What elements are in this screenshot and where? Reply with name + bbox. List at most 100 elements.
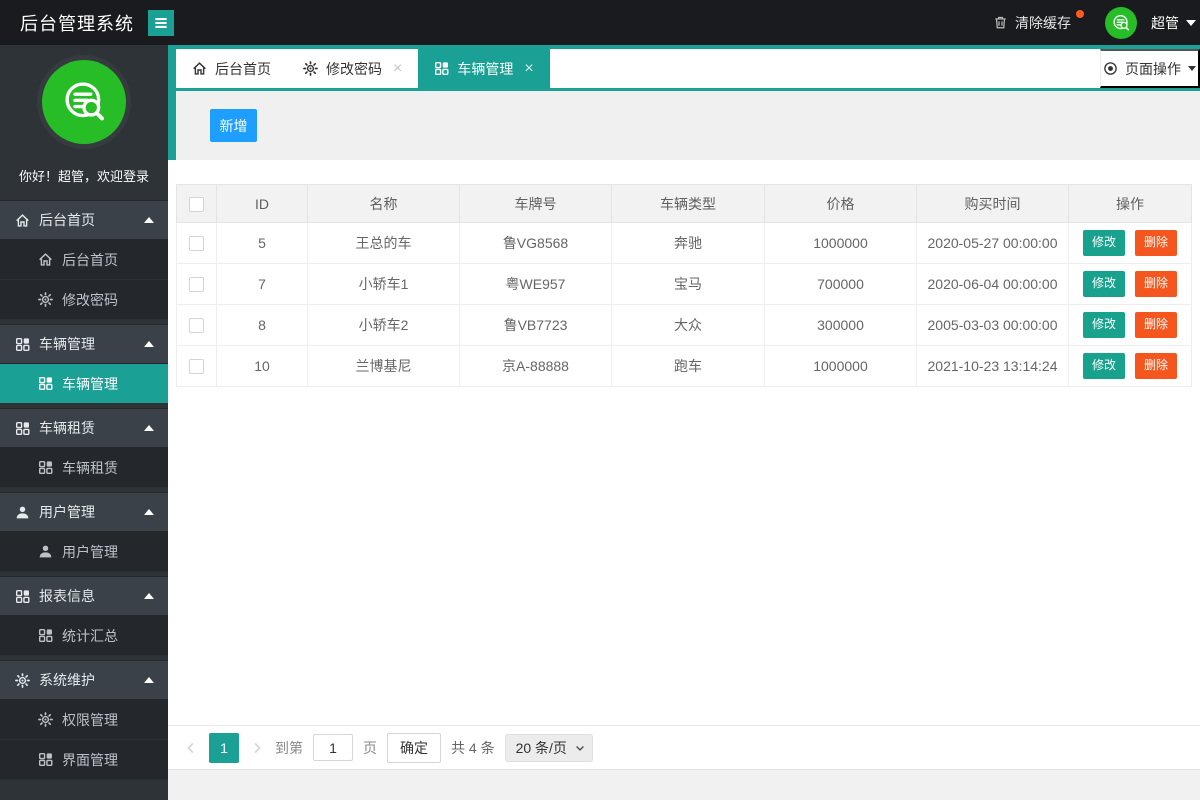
edit-button[interactable]: 修改	[1082, 230, 1125, 256]
grid-icon	[434, 61, 449, 76]
cell-time: 2020-05-27 00:00:00	[916, 222, 1069, 264]
page-size-select[interactable]: 20 条/页	[505, 734, 592, 761]
chevron-up-icon	[144, 677, 154, 683]
grid-icon	[38, 376, 53, 391]
delete-button[interactable]: 删除	[1135, 312, 1178, 338]
select-all-checkbox[interactable]	[189, 196, 204, 212]
cell-name: 王总的车	[307, 222, 460, 264]
sidebar: 你好！超管，欢迎登录 后台首页 后台首页 修改密码 车辆管理 车辆管理 车辆租赁	[0, 45, 168, 800]
sidebar-item-label: 系统维护	[39, 672, 95, 688]
cell-type: 宝马	[611, 263, 765, 305]
chevron-up-icon	[144, 509, 154, 515]
sidebar-item-label: 车辆管理	[62, 375, 118, 392]
cell-time: 2021-10-23 13:14:24	[916, 345, 1069, 387]
row-checkbox[interactable]	[189, 236, 204, 252]
sidebar-item-vehicle-mgmt-parent[interactable]: 车辆管理	[0, 324, 168, 364]
chevron-up-icon	[144, 341, 154, 347]
home-icon	[15, 213, 30, 228]
sidebar-item-vehicle-rental[interactable]: 车辆租赁	[0, 448, 168, 488]
close-icon[interactable]: ×	[393, 60, 402, 77]
cell-time: 2005-03-03 00:00:00	[916, 304, 1069, 346]
cell-price: 1000000	[764, 222, 917, 264]
chevron-left-icon	[183, 740, 199, 756]
delete-button[interactable]: 删除	[1135, 230, 1178, 256]
edit-button[interactable]: 修改	[1082, 353, 1125, 379]
clear-cache-button[interactable]: 清除缓存	[993, 9, 1084, 33]
username-label: 超管	[1151, 14, 1179, 31]
accent-strip	[168, 45, 176, 160]
row-checkbox[interactable]	[189, 277, 204, 293]
sidebar-item-stats-summary[interactable]: 统计汇总	[0, 616, 168, 656]
page-operations-button[interactable]: 页面操作	[1100, 49, 1200, 88]
grid-icon	[38, 628, 53, 643]
col-header-plate: 车牌号	[459, 184, 612, 223]
home-icon	[38, 252, 53, 267]
sidebar-item-label: 报表信息	[39, 588, 95, 604]
table-row: 8 小轿车2 鲁VB7723 大众 300000 2005-03-03 00:0…	[176, 304, 1192, 346]
table-wrapper: ID 名称 车牌号 车辆类型 价格 购买时间 操作 5 王总的车 鲁VG8568…	[176, 184, 1192, 387]
col-header-price: 价格	[764, 184, 917, 223]
sidebar-item-permission-mgmt[interactable]: 权限管理	[0, 700, 168, 740]
cell-plate: 粤WE957	[459, 263, 612, 305]
sidebar-item-user-mgmt[interactable]: 用户管理	[0, 532, 168, 572]
col-header-id: ID	[216, 184, 308, 223]
hamburger-icon	[152, 14, 170, 32]
table-row: 7 小轿车1 粤WE957 宝马 700000 2020-06-04 00:00…	[176, 263, 1192, 305]
sidebar-item-user-mgmt-parent[interactable]: 用户管理	[0, 492, 168, 532]
cell-price: 300000	[764, 304, 917, 346]
add-button[interactable]: 新增	[210, 109, 257, 142]
trash-icon	[993, 15, 1008, 30]
close-icon[interactable]: ×	[524, 60, 533, 77]
row-checkbox[interactable]	[189, 359, 204, 375]
user-icon	[15, 505, 30, 520]
tab-change-password[interactable]: 修改密码 ×	[287, 49, 419, 88]
edit-button[interactable]: 修改	[1082, 312, 1125, 338]
gear-icon	[303, 61, 318, 76]
sidebar-toggle-button[interactable]	[148, 9, 174, 36]
sidebar-item-label: 权限管理	[62, 711, 118, 728]
table-row: 5 王总的车 鲁VG8568 奔驰 1000000 2020-05-27 00:…	[176, 222, 1192, 264]
sidebar-menu: 后台首页 后台首页 修改密码 车辆管理 车辆管理 车辆租赁 车辆租赁 用户管理 …	[0, 200, 168, 780]
cell-type: 跑车	[611, 345, 765, 387]
sidebar-item-home[interactable]: 后台首页	[0, 240, 168, 280]
clear-cache-label: 清除缓存	[1015, 14, 1071, 31]
prev-page-button[interactable]	[183, 740, 199, 756]
delete-button[interactable]: 删除	[1135, 271, 1178, 297]
grid-icon	[38, 752, 53, 767]
goto-page-input[interactable]	[313, 734, 353, 761]
tab-vehicle-mgmt[interactable]: 车辆管理 ×	[418, 45, 550, 91]
sidebar-item-label: 统计汇总	[62, 627, 118, 644]
sidebar-item-system-maint-parent[interactable]: 系统维护	[0, 660, 168, 700]
user-menu-button[interactable]: 超管	[1151, 13, 1196, 33]
chevron-right-icon	[249, 740, 265, 756]
confirm-button[interactable]: 确定	[387, 732, 441, 763]
row-checkbox[interactable]	[189, 318, 204, 334]
cell-plate: 京A-88888	[459, 345, 612, 387]
chevron-up-icon	[144, 593, 154, 599]
chevron-down-icon	[1186, 19, 1196, 26]
toolbar: 新增	[168, 91, 1200, 160]
cell-id: 10	[216, 345, 308, 387]
grid-icon	[15, 337, 30, 352]
sidebar-item-vehicle-mgmt[interactable]: 车辆管理	[0, 364, 168, 404]
edit-button[interactable]: 修改	[1082, 271, 1125, 297]
sidebar-item-home-parent[interactable]: 后台首页	[0, 200, 168, 240]
sidebar-item-change-password[interactable]: 修改密码	[0, 280, 168, 320]
tab-home[interactable]: 后台首页	[176, 49, 287, 88]
next-page-button[interactable]	[249, 740, 265, 756]
delete-button[interactable]: 删除	[1135, 353, 1178, 379]
sidebar-item-label: 车辆租赁	[62, 459, 118, 476]
tab-label: 修改密码	[326, 60, 382, 77]
sidebar-item-interface-mgmt[interactable]: 界面管理	[0, 740, 168, 780]
table-row: 10 兰博基尼 京A-88888 跑车 1000000 2021-10-23 1…	[176, 345, 1192, 387]
sidebar-item-label: 用户管理	[62, 543, 118, 560]
chevron-up-icon	[144, 217, 154, 223]
page-operations-label: 页面操作	[1125, 60, 1181, 77]
cell-time: 2020-06-04 00:00:00	[916, 263, 1069, 305]
sidebar-item-report-info-parent[interactable]: 报表信息	[0, 576, 168, 616]
gear-icon	[15, 673, 30, 688]
page-1-button[interactable]: 1	[209, 732, 239, 763]
table-header-row: ID 名称 车牌号 车辆类型 价格 购买时间 操作	[176, 184, 1192, 223]
sidebar-item-vehicle-rental-parent[interactable]: 车辆租赁	[0, 408, 168, 448]
user-avatar[interactable]	[1105, 6, 1137, 39]
